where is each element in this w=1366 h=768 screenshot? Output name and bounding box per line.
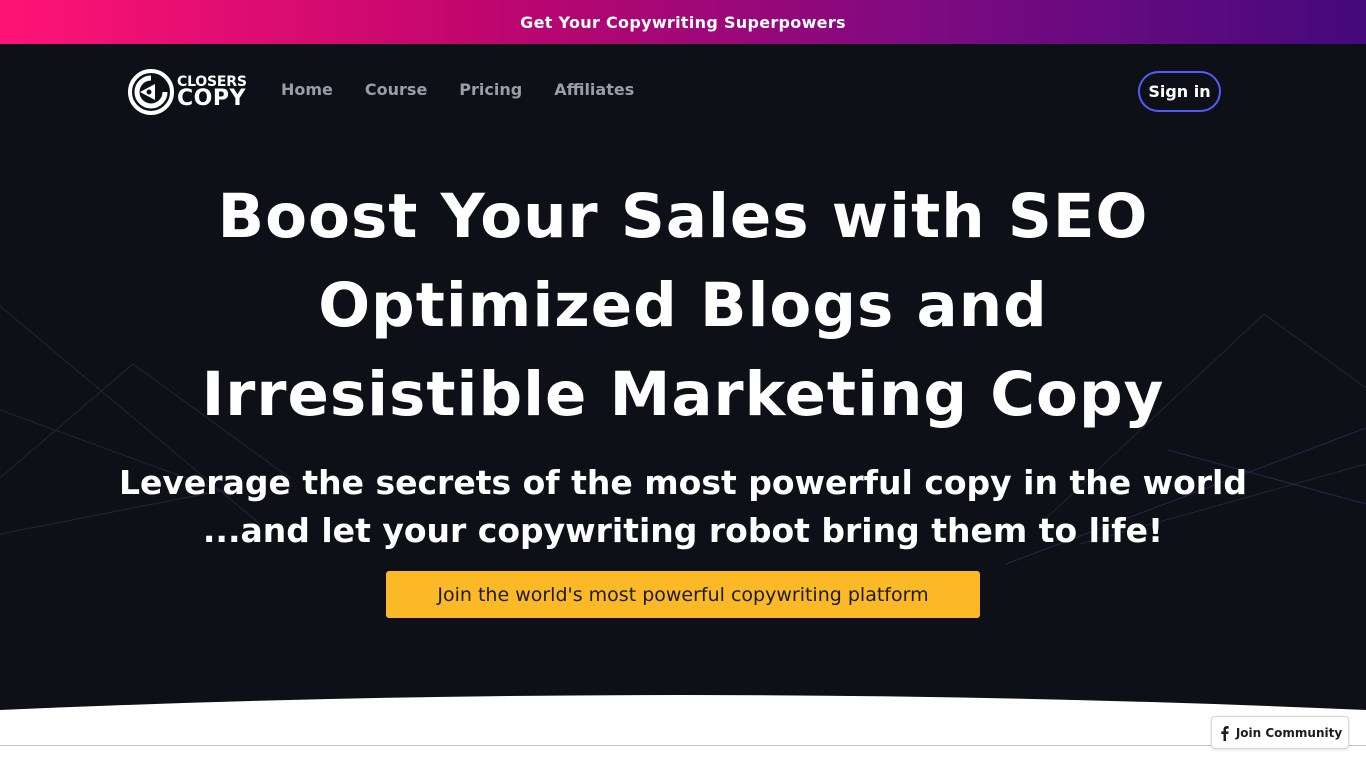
nav-links: Home Course Pricing Affiliates [281, 80, 666, 99]
promo-text: Get Your Copywriting Superpowers [520, 12, 846, 32]
logo-wordmark: CLOSERS COPY [177, 75, 247, 110]
section-wave [0, 695, 1366, 768]
join-platform-button[interactable]: Join the world's most powerful copywriti… [386, 571, 980, 618]
promo-banner[interactable]: Get Your Copywriting Superpowers [0, 0, 1366, 44]
hero-subtitle-line2: ...and let your copywriting robot bring … [202, 511, 1164, 550]
nav-affiliates[interactable]: Affiliates [554, 80, 634, 99]
join-community-label: Join Community [1235, 725, 1343, 740]
logo-line2: COPY [177, 85, 246, 111]
closers-copy-logo[interactable]: CLOSERS COPY [128, 68, 252, 116]
section-divider [0, 745, 1366, 746]
facebook-icon [1221, 725, 1229, 741]
hero-title: Boost Your Sales with SEO Optimized Blog… [201, 181, 1165, 430]
join-community-widget[interactable]: Join Community [1211, 716, 1349, 749]
logo-icon [128, 69, 174, 115]
hero-subtitle-line1: Leverage the secrets of the most powerfu… [119, 463, 1247, 502]
sign-in-button[interactable]: Sign in [1138, 71, 1221, 112]
nav-pricing[interactable]: Pricing [459, 80, 522, 99]
nav-course[interactable]: Course [365, 80, 427, 99]
hero-subtitle: Leverage the secrets of the most powerfu… [100, 459, 1266, 555]
nav-home[interactable]: Home [281, 80, 333, 99]
